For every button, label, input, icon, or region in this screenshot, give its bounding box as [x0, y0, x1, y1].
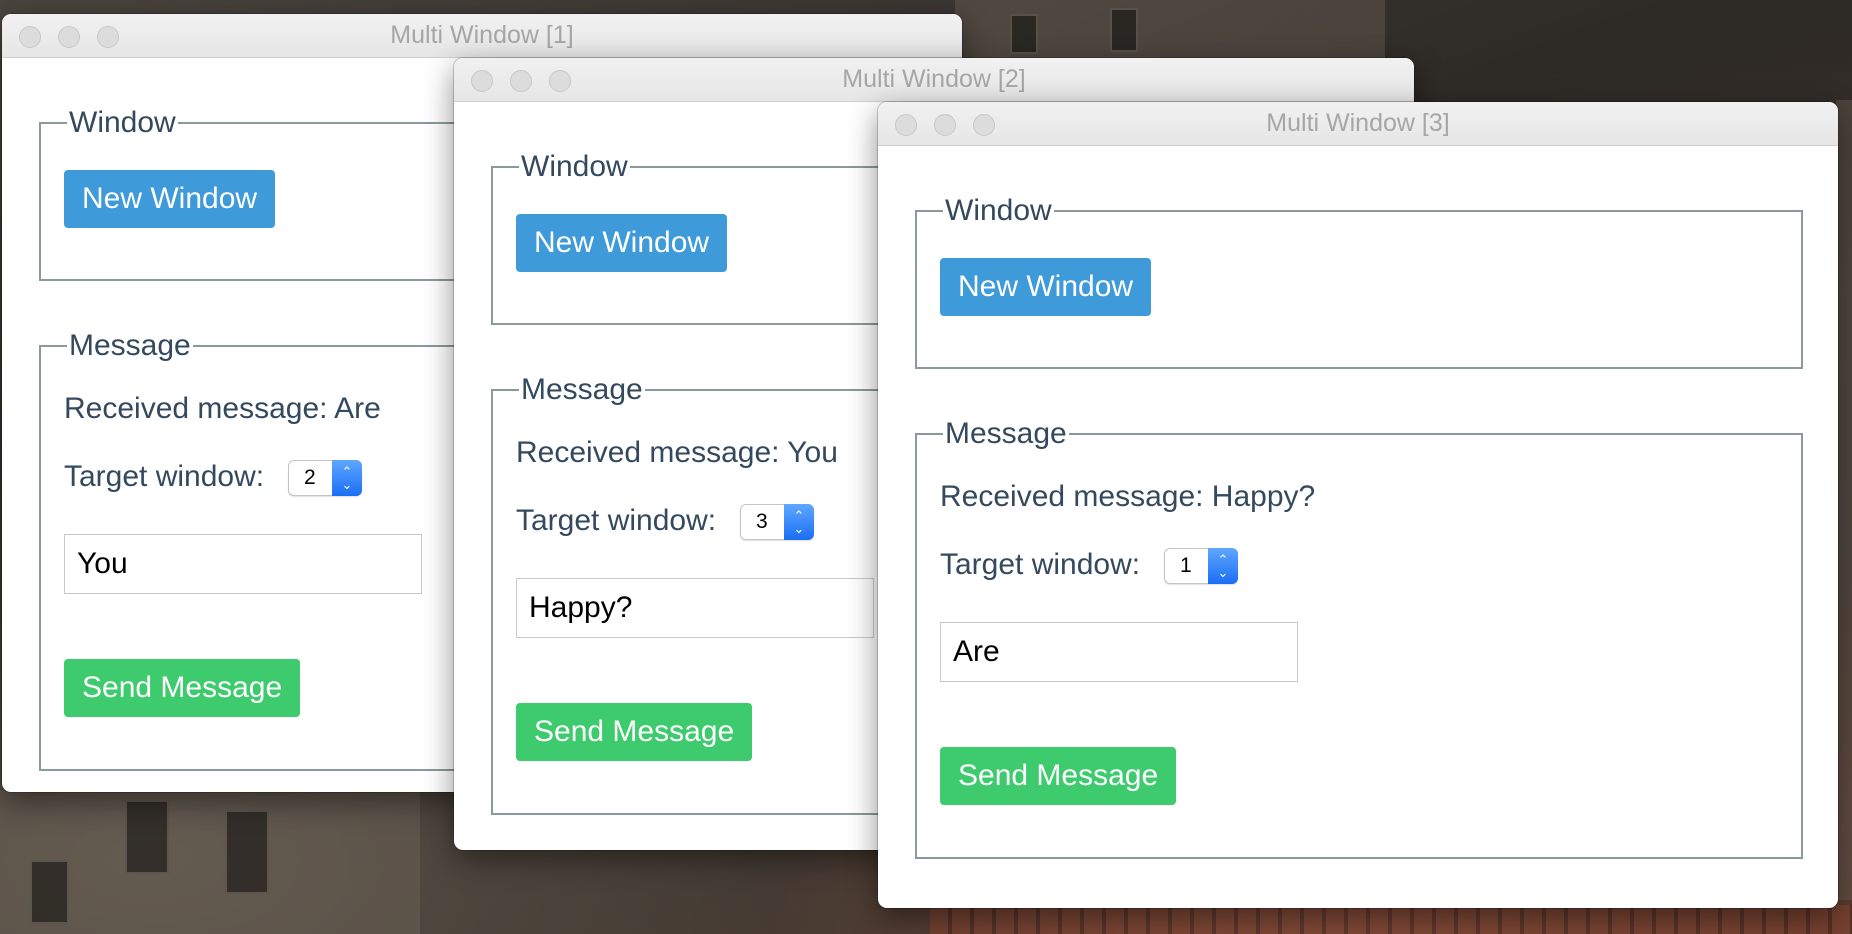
message-input[interactable]	[516, 578, 874, 638]
message-legend: Message	[945, 417, 1067, 450]
chevron-updown-icon: ⌃ ⌄	[1208, 548, 1238, 584]
target-window-select[interactable]: 1 ⌃ ⌄	[1164, 548, 1238, 584]
target-window-label: Target window:	[516, 504, 717, 537]
send-message-button[interactable]: Send Message	[516, 703, 753, 761]
window-legend: Window	[521, 150, 628, 183]
target-window-value: 3	[756, 510, 768, 533]
new-window-button[interactable]: New Window	[516, 214, 728, 272]
target-window-value: 2	[304, 466, 316, 489]
message-input[interactable]	[940, 622, 1298, 682]
target-window-value: 1	[1180, 554, 1192, 577]
message-input[interactable]	[64, 534, 422, 594]
message-legend: Message	[521, 373, 643, 406]
window-legend: Window	[945, 194, 1052, 227]
window-title: Multi Window [2]	[842, 65, 1026, 93]
new-window-button[interactable]: New Window	[940, 258, 1152, 316]
target-window-select[interactable]: 2 ⌃ ⌄	[288, 460, 362, 496]
send-message-button[interactable]: Send Message	[940, 747, 1177, 805]
target-window-select[interactable]: 3 ⌃ ⌄	[740, 504, 814, 540]
window-title: Multi Window [3]	[1266, 109, 1450, 137]
title-bar[interactable]: Multi Window [3]	[878, 102, 1838, 146]
received-message-text: Received message: Happy?	[940, 480, 1316, 513]
window-legend: Window	[69, 106, 176, 139]
window-title: Multi Window [1]	[390, 21, 574, 49]
title-bar[interactable]: Multi Window [1]	[2, 14, 962, 58]
received-message-text: Received message: Are	[64, 392, 381, 425]
send-message-button[interactable]: Send Message	[64, 659, 301, 717]
chevron-updown-icon: ⌃ ⌄	[784, 504, 814, 540]
target-window-label: Target window:	[64, 460, 265, 493]
title-bar[interactable]: Multi Window [2]	[454, 58, 1414, 102]
message-legend: Message	[69, 329, 191, 362]
received-message-text: Received message: You	[516, 436, 838, 469]
new-window-button[interactable]: New Window	[64, 170, 276, 228]
chevron-updown-icon: ⌃ ⌄	[332, 460, 362, 496]
app-window-3[interactable]: Multi Window [3] Window New Window Messa…	[878, 102, 1838, 908]
target-window-label: Target window:	[940, 548, 1141, 581]
